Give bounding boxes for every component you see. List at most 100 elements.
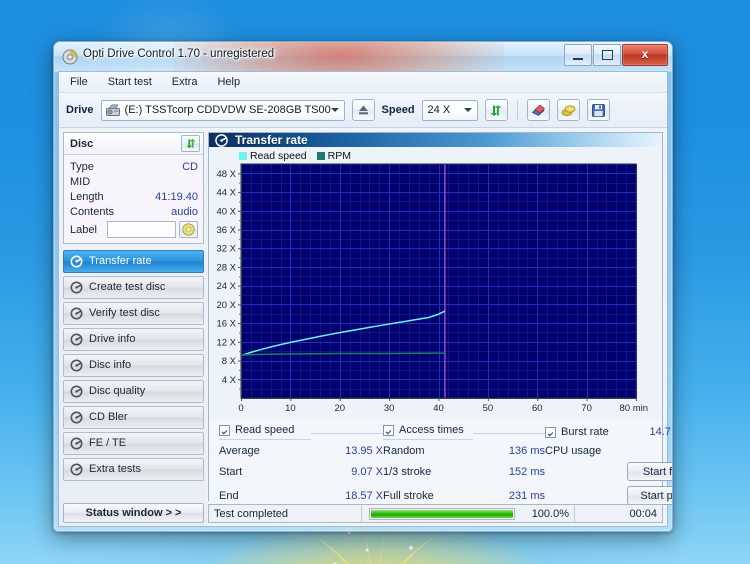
menu-item-help[interactable]: Help: [214, 75, 243, 89]
transfer-rate-chart: 4 X 8 X 12 X 16 X 20 X 24 X 28 X 32 X 36 X 40 X 44…: [211, 162, 658, 418]
chart-y-tick-label: 12 X: [216, 337, 236, 348]
checkbox-icon: [219, 424, 230, 436]
chart-x-tick-label: 40: [433, 403, 444, 414]
save-button[interactable]: [586, 99, 610, 121]
progress-area: [361, 505, 524, 522]
nav-item-transfer-rate[interactable]: Transfer rate: [63, 250, 204, 273]
chart-svg: 4 X 8 X 12 X 16 X 20 X 24 X 28 X 32 X 36 X 40 X 44…: [216, 163, 648, 414]
nav-item-cd-bler[interactable]: CD Bler: [63, 406, 204, 429]
disc-label-button[interactable]: [179, 221, 198, 238]
stat-value-random: 136 ms: [508, 445, 545, 457]
nav-item-extra-tests[interactable]: Extra tests: [63, 458, 204, 481]
main-body: Disc Type CD MID Length 41:19.40 Content…: [59, 128, 672, 526]
drive-select[interactable]: (E:) TSSTcorp CDDVDW SE-208GB TS00: [100, 99, 345, 121]
menu-item-extra[interactable]: Extra: [169, 75, 201, 89]
disc-key-contents: Contents: [70, 205, 115, 218]
stat-key-start: Start: [219, 465, 243, 478]
refresh-icon: [490, 104, 502, 116]
close-button[interactable]: x: [622, 44, 668, 66]
status-message: Test completed: [214, 507, 288, 520]
legend-label: Read speed: [250, 149, 307, 162]
menu-item-start-test[interactable]: Start test: [105, 75, 155, 89]
disc-icon: [70, 359, 83, 372]
minimize-button[interactable]: [564, 44, 592, 66]
eraser-icon: [531, 104, 545, 116]
chart-y-tick-label: 32 X: [216, 244, 236, 255]
desktop: Opti Drive Control 1.70 - unregistered x…: [0, 0, 750, 564]
disc-icon: [62, 49, 78, 65]
refresh-icon: [185, 138, 196, 149]
cd-icon: [182, 223, 195, 236]
stat-key-third-stroke: 1/3 stroke: [383, 465, 432, 478]
chart-x-tick-label: 20: [334, 403, 345, 414]
disc-row-contents: Contents audio: [70, 204, 198, 219]
eject-button[interactable]: [351, 99, 375, 121]
stat-key-full-stroke: Full stroke: [383, 489, 434, 502]
stat-value-cpu-usage: 0 %: [627, 445, 672, 457]
speed-select[interactable]: 24 X: [421, 99, 478, 121]
status-window-button[interactable]: Status window > >: [63, 503, 204, 523]
close-icon: x: [641, 47, 649, 61]
disc-icon: [215, 133, 228, 147]
drive-icon: [105, 104, 120, 116]
start-full-button[interactable]: Start full: [627, 462, 672, 481]
nav-item-fe-te[interactable]: FE / TE: [63, 432, 204, 455]
discs-button[interactable]: [556, 99, 580, 121]
save-icon: [591, 103, 605, 117]
chart-y-tick-label: 48 X: [216, 169, 236, 180]
disc-row-length: Length 41:19.40: [70, 189, 198, 204]
drive-label: Drive: [66, 104, 94, 116]
disc-info-panel: Disc Type CD MID Length 41:19.40 Content…: [63, 132, 204, 244]
disc-icon: [70, 307, 83, 320]
stat-value-third-stroke: 152 ms: [508, 465, 545, 478]
legend-item-read-speed: Read speed: [239, 150, 307, 162]
refresh-disc-button[interactable]: [181, 135, 200, 152]
stat-value-full-stroke: 231 ms: [508, 489, 545, 502]
nav-item-label: CD Bler: [89, 411, 128, 423]
chart-y-tick-label: 20 X: [216, 300, 236, 311]
disc-panel-header: Disc: [64, 133, 203, 155]
stat-key-random: Random: [383, 445, 425, 457]
chart-y-tick-label: 40 X: [216, 206, 236, 217]
chart-container: Read speed RPM 4 X 8 X 12 X 16 X 20 X 24 X 28 X…: [209, 147, 662, 418]
stat-value-start: 9.07 X: [351, 465, 383, 478]
maximize-button[interactable]: [593, 44, 621, 66]
panel-header: Transfer rate: [209, 133, 662, 147]
disc-value-contents: audio: [171, 205, 198, 218]
stat-value-average: 13.95 X: [345, 445, 383, 457]
checkbox-icon: [383, 424, 394, 436]
menu-item-file[interactable]: File: [67, 75, 91, 89]
nav-item-disc-info[interactable]: Disc info: [63, 354, 204, 377]
drive-select-value: (E:) TSSTcorp CDDVDW SE-208GB TS00: [124, 104, 331, 116]
chart-y-tick-label: 28 X: [216, 262, 236, 273]
disc-icon: [70, 255, 83, 268]
chart-x-tick-label: 60: [532, 403, 543, 414]
discs-icon: [561, 104, 575, 116]
disc-icon: [70, 463, 83, 476]
nav-item-disc-quality[interactable]: Disc quality: [63, 380, 204, 403]
disc-row-type: Type CD: [70, 159, 198, 174]
nav-item-verify-test-disc[interactable]: Verify test disc: [63, 302, 204, 325]
title-bar[interactable]: Opti Drive Control 1.70 - unregistered x: [54, 42, 672, 72]
erase-button[interactable]: [526, 99, 550, 121]
access-times-checkbox[interactable]: Access times: [383, 424, 473, 440]
access-times-header: Access times: [399, 424, 464, 436]
status-bar: Test completed 100.0% 00:04: [208, 504, 663, 523]
client-area: File Start test Extra Help Drive (E:) TS…: [58, 71, 672, 527]
start-part-button[interactable]: Start part: [627, 486, 672, 505]
test-nav-list: Transfer rate Create test disc Verify test…: [63, 250, 204, 481]
disc-label-input[interactable]: [107, 221, 176, 238]
chart-y-tick-label: 24 X: [216, 281, 236, 292]
read-speed-header: Read speed: [235, 424, 295, 436]
chart-y-tick-label: 8 X: [222, 356, 237, 367]
elapsed-time: 00:04: [574, 505, 662, 522]
read-speed-checkbox[interactable]: Read speed: [219, 424, 311, 440]
nav-item-create-test-disc[interactable]: Create test disc: [63, 276, 204, 299]
nav-item-drive-info[interactable]: Drive info: [63, 328, 204, 351]
burst-rate-checkbox[interactable]: Burst rate: [545, 426, 627, 438]
refresh-drive-button[interactable]: [484, 99, 508, 121]
stats-grid: Read speed Access times Burst rate 14.7 …: [209, 418, 672, 509]
transfer-rate-panel: Transfer rate Read speed RPM 4 X 8 X 12 X 16…: [208, 132, 672, 509]
progress-bar: [369, 507, 515, 520]
chart-x-tick-label: 70: [581, 403, 592, 414]
